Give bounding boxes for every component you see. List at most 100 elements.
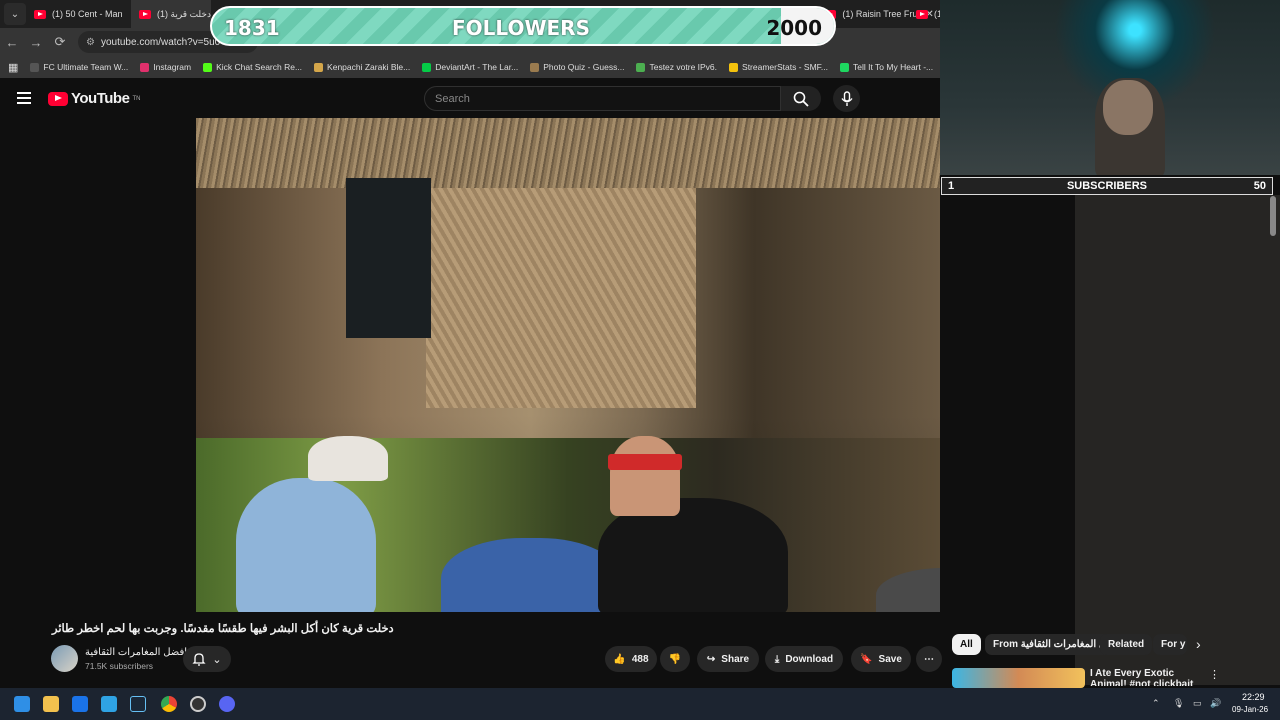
outlook-icon[interactable] (72, 696, 88, 712)
youtube-favicon-icon (139, 9, 151, 19)
subs-label: SUBSCRIBERS (1066, 180, 1148, 192)
bookmark-label: Testez votre IPv6. (649, 62, 718, 72)
steam-icon[interactable] (130, 696, 146, 712)
video-frame-roof (196, 118, 940, 188)
more-icon: ⋯ (924, 653, 934, 665)
chip-all[interactable]: All (952, 634, 981, 655)
followers-goal: 2000 (766, 16, 822, 40)
bookmark-label: Photo Quiz - Guess... (543, 62, 625, 72)
youtube-play-icon (48, 91, 68, 106)
bookmark-label: StreamerStats - SMF... (742, 62, 828, 72)
tab-title: (1) Raisin Tree Fru (842, 9, 918, 19)
bookmark-item[interactable]: StreamerStats - SMF... (729, 62, 828, 72)
video-person-cap (308, 436, 388, 481)
bookmark-item[interactable]: Kenpachi Zaraki Ble... (314, 62, 410, 72)
dislike-button[interactable]: 👎 (660, 646, 690, 672)
bookmark-item[interactable]: Testez votre IPv6. (636, 62, 717, 72)
scrollbar-thumb[interactable] (1270, 196, 1276, 236)
apps-grid-icon[interactable]: ▦ (8, 61, 18, 74)
clock-time[interactable]: 22:29 (1242, 692, 1265, 702)
bookmark-favicon-icon (530, 62, 540, 72)
bookmarks-bar: ▦ FC Ultimate Team W... Instagram Kick Cha… (0, 56, 940, 78)
chevron-right-icon[interactable]: › (1196, 636, 1201, 652)
channel-subscriber-count: 71.5K subscribers (85, 661, 154, 671)
browser-tab[interactable]: (1 (912, 0, 942, 28)
bookmark-item[interactable]: Tell It To My Heart -... (840, 62, 933, 72)
video-title: دخلت قرية كان أكل البشر فيها طقسًا مقدسً… (52, 623, 394, 635)
tab-title: (1) دخلت قرية (157, 8, 211, 19)
channel-name[interactable]: افضل المغامرات الثقافية (85, 647, 187, 658)
more-vert-icon[interactable]: ⋮ (1209, 668, 1220, 681)
bookmark-item[interactable]: Photo Quiz - Guess... (530, 62, 624, 72)
subscribe-notifications-button[interactable]: ⌄ (183, 646, 231, 672)
search-icon (793, 91, 809, 107)
microphone-icon (840, 90, 853, 106)
volume-icon[interactable]: 🔊 (1210, 698, 1221, 709)
share-button[interactable]: ↪ Share (697, 646, 759, 672)
reload-icon[interactable]: ⟳ (48, 34, 72, 50)
bookmark-item[interactable]: FC Ultimate Team W... (30, 62, 128, 72)
more-actions-button[interactable]: ⋯ (916, 646, 942, 672)
tab-title: (1) 50 Cent - Man (52, 9, 123, 19)
tray-overflow-icon[interactable]: ⌃ (1152, 698, 1160, 709)
forward-icon[interactable]: → (24, 35, 48, 50)
bookmark-favicon-icon (422, 62, 432, 72)
browser-tab-active[interactable]: (1) دخلت قرية (131, 0, 211, 28)
browser-tab[interactable]: (1) 50 Cent - Man ✕ (26, 0, 139, 28)
bookmark-label: FC Ultimate Team W... (43, 62, 129, 72)
recommended-thumbnail[interactable] (952, 668, 1085, 688)
bookmark-item[interactable]: Instagram (140, 62, 191, 72)
bookmark-favicon-icon (314, 62, 324, 72)
video-person (441, 538, 621, 612)
video-player[interactable] (196, 118, 940, 612)
clock-date[interactable]: 09-Jan-26 (1232, 705, 1268, 714)
share-icon: ↪ (706, 653, 716, 665)
chip-for-you[interactable]: For y (1153, 634, 1187, 655)
edge-icon[interactable] (101, 696, 117, 712)
network-icon[interactable]: ▭ (1193, 698, 1202, 709)
obs-icon[interactable] (190, 696, 206, 712)
bookmark-label: Kenpachi Zaraki Ble... (327, 62, 411, 72)
logo-region: TN (132, 95, 141, 102)
bookmark-item[interactable]: DeviantArt - The Lar... (422, 62, 518, 72)
thumbs-up-icon: 👍 (613, 653, 626, 665)
microphone-tray-icon[interactable]: 🎙 (1173, 698, 1184, 709)
back-icon[interactable]: ← (0, 35, 24, 50)
followers-label: FOLLOWERS (452, 16, 590, 40)
search-input[interactable]: Search (424, 86, 781, 111)
bookmark-label: Instagram (153, 62, 192, 72)
bookmark-favicon-icon (636, 62, 646, 72)
search-button[interactable] (781, 86, 821, 111)
file-explorer-icon[interactable] (43, 696, 59, 712)
discord-icon[interactable] (219, 696, 235, 712)
bookmark-favicon-icon (840, 62, 849, 72)
like-count: 488 (631, 653, 649, 665)
recommended-title[interactable]: I Ate Every Exotic Animal! #not clickbai… (1090, 668, 1205, 686)
chip-related[interactable]: Related (1100, 634, 1153, 655)
bookmark-label: DeviantArt - The Lar... (435, 62, 519, 72)
video-person (236, 478, 376, 612)
site-info-icon[interactable]: ⚙ (86, 37, 95, 48)
bell-icon (192, 653, 206, 666)
bookmark-label: Tell It To My Heart -... (853, 62, 934, 72)
avatar[interactable] (51, 645, 78, 672)
like-button[interactable]: 👍 488 (605, 646, 657, 672)
save-button[interactable]: 🔖 Save (851, 646, 911, 672)
youtube-logo[interactable]: YouTube TN (48, 90, 140, 107)
chrome-icon[interactable] (161, 696, 177, 712)
menu-icon[interactable] (17, 92, 31, 104)
download-button[interactable]: ⤓ Download (765, 646, 843, 672)
download-label: Download (785, 653, 834, 665)
tab-search-icon[interactable]: ⌄ (4, 3, 26, 25)
video-frame-window (346, 178, 431, 338)
video-frame-wall (426, 188, 696, 408)
windows-start-icon[interactable] (14, 696, 30, 712)
youtube-favicon-icon (34, 9, 46, 19)
voice-search-button[interactable] (833, 85, 860, 112)
url-text: youtube.com/watch?v=5u0 (100, 36, 221, 48)
bookmark-item[interactable]: Kick Chat Search Re... (203, 62, 302, 72)
share-label: Share (721, 653, 750, 665)
save-label: Save (878, 653, 902, 665)
youtube-favicon-icon (916, 9, 928, 19)
bookmark-label: Kick Chat Search Re... (216, 62, 303, 72)
